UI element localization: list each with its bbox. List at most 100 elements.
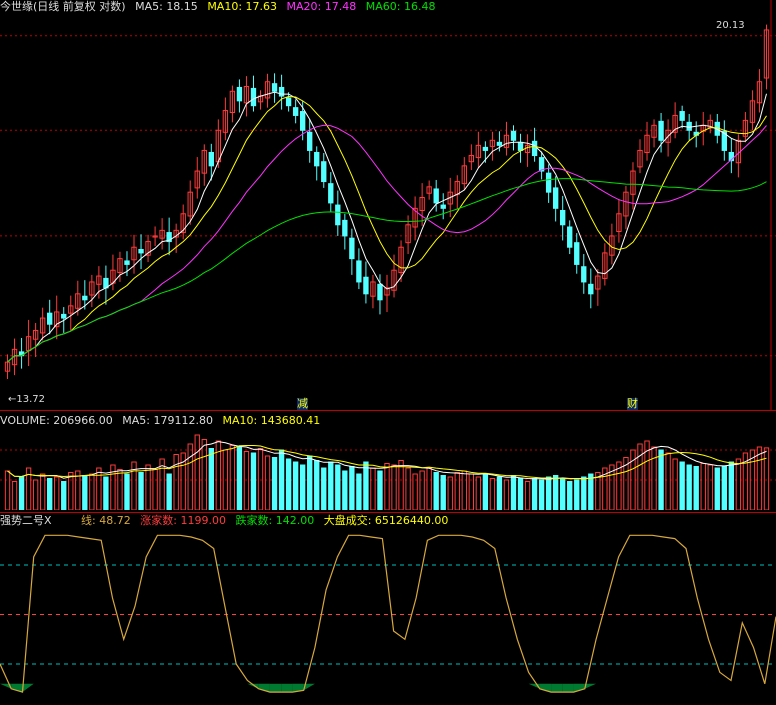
volume-bar [405, 467, 411, 510]
oversold-fill [562, 683, 574, 693]
volume-bar [75, 470, 81, 510]
volume-bar [560, 478, 566, 510]
candle-body [588, 283, 594, 295]
volume-bar [194, 434, 200, 510]
vol-ma10-value: 143680.41 [260, 414, 321, 427]
volume-bar [461, 470, 467, 510]
candle-body [124, 260, 130, 265]
volume-bar [47, 478, 53, 510]
volume-bar [672, 458, 678, 510]
volume-bar [510, 475, 517, 510]
candle-body [47, 312, 53, 325]
volume-bar [693, 466, 699, 510]
down-count-value: 142.00 [275, 514, 315, 527]
volume-bar [735, 458, 742, 510]
candle-body [307, 131, 313, 151]
candle-body [567, 226, 573, 248]
ma10-label: MA10: [207, 0, 243, 13]
candle-body [517, 141, 524, 151]
candle-body [679, 111, 685, 121]
volume-bar [257, 448, 264, 510]
volume-bar [278, 449, 285, 510]
volume-bar [61, 481, 67, 510]
volume-bar [651, 446, 657, 510]
price-panel: 今世缘(日线 前复权 对数) MA5: 18.15 MA10: 17.63 MA… [0, 0, 776, 410]
volume-bar [728, 461, 735, 510]
volume-bar [637, 443, 643, 510]
volume-bar [686, 464, 692, 510]
oversold-fill [584, 683, 597, 689]
volume-bar [229, 445, 236, 510]
candle-body [285, 97, 292, 107]
volume-bar [503, 479, 510, 510]
indicator-header: 强势二号X 线: 48.72 涨家数: 1199.00 跌家数: 142.00 … [0, 514, 454, 528]
volume-bar [307, 455, 313, 510]
candle-body [510, 130, 517, 141]
volume-bar [665, 452, 671, 510]
volume-bar [756, 446, 763, 510]
volume-bar [679, 461, 685, 510]
line-label: 线: [81, 514, 96, 527]
candle-body [271, 83, 278, 92]
ma60-value: 16.48 [403, 0, 436, 13]
volume-bar [714, 467, 720, 510]
volume-bar [700, 463, 706, 510]
volume-bar [440, 475, 446, 510]
volume-bar [496, 476, 503, 510]
volume-bar [524, 481, 531, 510]
volume-bar [138, 472, 144, 510]
candle-body [581, 266, 587, 283]
candle-body [138, 248, 144, 254]
volume-bar [152, 469, 158, 510]
ma10-line [7, 95, 767, 363]
event-marker-reduce[interactable]: 减 [297, 398, 308, 410]
market-volume-value: 65126440.00 [374, 514, 449, 527]
candle-body [531, 140, 538, 157]
candle-body [440, 204, 446, 209]
volume-bar [208, 448, 214, 510]
ma20-value: 17.48 [324, 0, 357, 13]
volume-bar [124, 473, 130, 510]
volume-bar [468, 473, 475, 510]
volume-bar [581, 476, 587, 510]
candle-body [356, 260, 362, 283]
candle-body [560, 210, 566, 226]
volume-bar [11, 481, 18, 510]
volume-bar [391, 464, 397, 510]
volume-bar [299, 464, 306, 510]
volume-bar [552, 475, 559, 510]
volume-bar [82, 475, 88, 510]
candle-body [82, 295, 88, 301]
vol-ma10-label: MA10: [222, 414, 258, 427]
volume-bar [454, 472, 460, 510]
volume-bar [264, 455, 271, 510]
volume-bar [447, 476, 453, 510]
oversold-fill [551, 683, 563, 693]
indicator-name[interactable]: 强势二号X [0, 514, 52, 527]
ma10-value: 17.63 [245, 0, 278, 13]
panel-divider [0, 512, 776, 513]
candle-body [552, 187, 559, 209]
volume-bar [117, 469, 123, 510]
volume-bar [721, 466, 727, 510]
volume-bar [370, 467, 376, 510]
volume-bar [588, 473, 594, 510]
volume-bar [39, 473, 46, 510]
event-marker-finance[interactable]: 财 [627, 398, 638, 410]
volume-bar [426, 467, 432, 510]
volume-bar [236, 446, 243, 510]
panel-divider [0, 410, 776, 411]
volume-bar [707, 464, 713, 510]
ma20-line [7, 124, 767, 363]
candle-body [208, 151, 214, 167]
volume-bar [763, 447, 770, 510]
candle-body [299, 111, 306, 131]
volume-bar [349, 466, 355, 510]
candle-body [250, 87, 257, 107]
volume-chart [0, 434, 776, 510]
ma5-value: 18.15 [166, 0, 198, 13]
volume-bar [538, 479, 545, 510]
volume-bar [419, 470, 425, 510]
volume-bar [489, 478, 496, 510]
candle-body [335, 204, 341, 226]
